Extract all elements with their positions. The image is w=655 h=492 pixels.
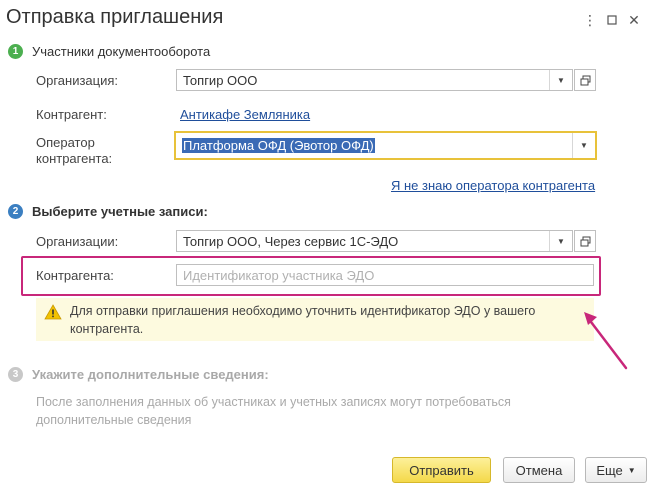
window-title: Отправка приглашения — [6, 6, 224, 28]
window-controls: ⋮ ✕ — [579, 10, 645, 30]
organization-label: Организация: — [36, 73, 119, 88]
step-3-hint: После заполнения данных об участниках и … — [36, 393, 511, 429]
send-button[interactable]: Отправить — [392, 457, 491, 483]
more-button[interactable]: Еще ▼ — [585, 457, 647, 483]
counterparty-id-input[interactable]: Идентификатор участника ЭДО — [176, 264, 594, 286]
operator-label-line2: контрагента: — [36, 151, 113, 166]
unknown-operator-link[interactable]: Я не знаю оператора контрагента — [391, 178, 595, 193]
step-3-hint-line2: дополнительные сведения — [36, 413, 192, 427]
warning-box: Для отправки приглашения необходимо уточ… — [36, 298, 594, 341]
counterparty-account-label: Контрагента: — [36, 268, 114, 283]
open-window-icon — [580, 75, 590, 85]
more-button-label: Еще — [596, 462, 623, 478]
warning-icon — [36, 298, 70, 320]
operator-field[interactable]: Платформа ОФД (Эвотор ОФД) ▼ — [174, 131, 597, 160]
open-organization-button[interactable] — [574, 69, 596, 91]
counterparty-id-placeholder: Идентификатор участника ЭДО — [183, 267, 375, 283]
organization-value: Топгир ООО — [183, 72, 258, 88]
counterparty-link[interactable]: Антикафе Земляника — [180, 107, 310, 122]
step-2-badge: 2 — [8, 204, 23, 219]
organizations-label: Организации: — [36, 234, 119, 249]
organizations-value: Топгир ООО, Через сервис 1С-ЭДО — [183, 233, 399, 249]
warning-text-line1: Для отправки приглашения необходимо уточ… — [70, 304, 536, 318]
warning-text-line2: контрагента. — [70, 322, 144, 336]
organizations-field[interactable]: Топгир ООО, Через сервис 1С-ЭДО ▼ — [176, 230, 573, 252]
annotation-arrow-icon — [584, 312, 628, 370]
step-3-hint-line1: После заполнения данных об участниках и … — [36, 395, 511, 409]
chevron-down-icon[interactable]: ▼ — [549, 70, 572, 90]
step-1-badge: 1 — [8, 44, 23, 59]
operator-label-line1: Оператор — [36, 135, 95, 150]
counterparty-label: Контрагент: — [36, 107, 107, 122]
more-vertical-icon[interactable]: ⋮ — [579, 10, 601, 30]
open-organizations-button[interactable] — [574, 230, 596, 252]
operator-value: Платформа ОФД (Эвотор ОФД) — [182, 138, 375, 153]
chevron-down-icon[interactable]: ▼ — [572, 133, 595, 158]
step-3-badge: 3 — [8, 367, 23, 382]
step-2-title: Выберите учетные записи: — [32, 204, 208, 219]
step-3-title: Укажите дополнительные сведения: — [32, 367, 269, 382]
close-icon[interactable]: ✕ — [623, 10, 645, 30]
open-window-icon — [580, 236, 590, 246]
maximize-icon[interactable] — [601, 10, 623, 30]
chevron-down-icon[interactable]: ▼ — [549, 231, 572, 251]
chevron-down-icon: ▼ — [627, 465, 636, 475]
cancel-button[interactable]: Отмена — [503, 457, 575, 483]
operator-label: Оператор контрагента: — [36, 135, 112, 167]
step-1-title: Участники документооборота — [32, 44, 211, 59]
organization-field[interactable]: Топгир ООО ▼ — [176, 69, 573, 91]
